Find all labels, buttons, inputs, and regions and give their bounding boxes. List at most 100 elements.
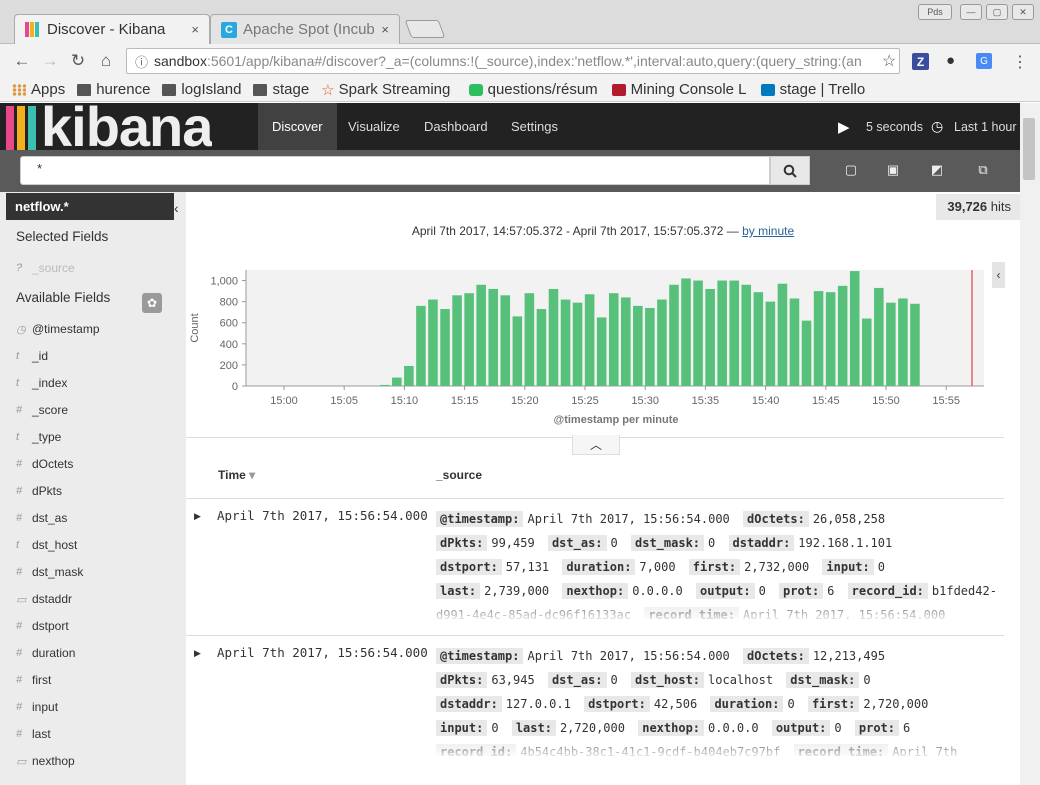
source-value: 2,732,000 (744, 560, 810, 574)
scrollbar-thumb[interactable] (1023, 118, 1035, 180)
time-range[interactable]: Last 1 hour (954, 120, 1017, 134)
tab-discover-kibana[interactable]: Discover - Kibana × (14, 14, 210, 44)
histogram-bar (621, 297, 631, 386)
trello-icon (760, 83, 775, 96)
field-index[interactable]: t _index (16, 376, 67, 390)
close-icon[interactable]: × (191, 22, 199, 37)
search-icon (783, 164, 797, 178)
bookmark-questions[interactable]: questions/résum (468, 81, 600, 98)
nav-settings[interactable]: Settings (497, 103, 572, 150)
new-search-icon[interactable]: ▢ (840, 160, 862, 180)
field-duration[interactable]: # duration (16, 646, 75, 660)
source-key: dPkts: (436, 672, 488, 688)
collapse-sidebar-icon[interactable]: ‹ (174, 200, 179, 216)
source-value: 0.0.0.0 (632, 584, 683, 598)
field-dstaddr[interactable]: ▭ dstaddr (16, 592, 72, 606)
field-type-icon: # (16, 512, 23, 524)
evernote-extension-icon[interactable]: ● (946, 52, 955, 69)
close-icon[interactable]: × (381, 22, 389, 37)
field-type-icon: # (16, 728, 23, 740)
field-source[interactable]: ? _source (16, 261, 75, 275)
bookmark-logisland[interactable]: logIsland (162, 81, 241, 98)
histogram-bar (801, 320, 812, 386)
zotero-extension-icon[interactable]: Z (912, 53, 929, 70)
field-nexthop[interactable]: ▭ nexthop (16, 754, 75, 768)
back-arrow-icon[interactable]: ← (8, 51, 36, 71)
menu-kebab-icon[interactable]: ⋮ (1012, 52, 1028, 72)
logo-text: kibana (41, 103, 213, 150)
x-tick-label: 15:20 (511, 395, 539, 407)
open-folder-icon[interactable]: ◩ (926, 160, 948, 180)
field-id[interactable]: t _id (16, 349, 48, 363)
bookmark-trello[interactable]: stage | Trello (760, 81, 865, 98)
histogram-bar (536, 309, 547, 386)
histogram-bar (886, 302, 896, 386)
bookmark-apps[interactable]: Apps (12, 81, 65, 98)
browser-tab-bar: Discover - Kibana × C Apache Spot (Incub… (0, 0, 1040, 44)
histogram-bar (608, 293, 619, 386)
user-profile-button[interactable]: Pds (918, 4, 952, 20)
play-icon[interactable]: ▶ (838, 118, 850, 136)
source-value: 192.168.1.101 (798, 536, 893, 550)
bookmark-hurence[interactable]: hurence (77, 81, 150, 98)
bookmark-mining-console[interactable]: Mining Console L (611, 81, 749, 98)
index-pattern-selector[interactable]: netflow.* (6, 193, 174, 220)
search-input[interactable]: * (20, 156, 770, 185)
field-score[interactable]: # _score (16, 403, 68, 417)
field-last[interactable]: # last (16, 727, 51, 741)
bookmark-stage[interactable]: stage (253, 81, 309, 98)
histogram-bar (813, 291, 824, 386)
histogram-bar (837, 285, 848, 386)
interval-link[interactable]: by minute (742, 224, 794, 238)
window-close-button[interactable]: ✕ (1012, 4, 1034, 20)
table-row[interactable]: ▶ April 7th 2017, 15:56:54.000 @timestamp:… (186, 498, 1004, 635)
gear-icon[interactable]: ✿ (142, 293, 162, 313)
histogram-bar (633, 305, 643, 386)
expand-caret-icon[interactable]: ▶ (194, 511, 201, 522)
new-tab-button[interactable] (404, 20, 446, 38)
field-dstas[interactable]: # dst_as (16, 511, 67, 525)
expand-caret-icon[interactable]: ▶ (194, 648, 201, 659)
scrollbar[interactable] (1020, 103, 1040, 785)
field-dsthost[interactable]: t dst_host (16, 538, 77, 552)
maximize-button[interactable]: ▢ (986, 4, 1008, 20)
address-bar[interactable]: ⓘ sandbox:5601/app/kibana#/discover?_a=(… (126, 48, 900, 74)
source-key: first: (807, 696, 860, 712)
bookmark-star-icon[interactable]: ☆ (880, 51, 897, 71)
nav-dashboard[interactable]: Dashboard (410, 103, 502, 150)
share-icon[interactable]: ⧉ (972, 160, 994, 180)
minimize-button[interactable]: — (960, 4, 982, 20)
search-button[interactable] (770, 156, 810, 185)
collapse-chart-button[interactable]: ︿ (572, 435, 620, 455)
field-first[interactable]: # first (16, 673, 51, 687)
source-key: @timestamp: (436, 511, 524, 527)
field-input[interactable]: # input (16, 700, 58, 714)
field-type-icon: # (16, 620, 23, 632)
kibana-navbar: kibana Discover Visualize Dashboard Sett… (0, 103, 1020, 150)
field-doctets[interactable]: # dOctets (16, 457, 73, 471)
field-dstport[interactable]: # dstport (16, 619, 69, 633)
histogram-bar (898, 298, 908, 386)
histogram-bar (392, 377, 402, 386)
kibana-logo[interactable]: kibana (6, 103, 212, 150)
tab-apache-spot[interactable]: C Apache Spot (Incub × (210, 14, 400, 44)
home-icon[interactable]: ⌂ (92, 51, 120, 71)
column-time[interactable]: Time ▾ (218, 468, 255, 482)
field-type[interactable]: t _type (16, 430, 61, 444)
field-type-icon: t (16, 431, 20, 443)
nav-visualize[interactable]: Visualize (334, 103, 414, 150)
chart-caret-icon[interactable]: ‹ (992, 262, 1005, 288)
field-dpkts[interactable]: # dPkts (16, 484, 62, 498)
nav-discover[interactable]: Discover (258, 103, 337, 150)
field-timestamp[interactable]: ◷ @timestamp (16, 322, 100, 336)
reload-icon[interactable]: ↻ (64, 51, 92, 71)
folder-icon (253, 83, 268, 96)
bookmark-spark-streaming[interactable]: ☆ Spark Streaming (321, 81, 456, 99)
table-row[interactable]: ▶ April 7th 2017, 15:56:54.000 @timestamp:… (186, 635, 1004, 772)
save-icon[interactable]: ▣ (882, 160, 904, 180)
time-range-label: April 7th 2017, 14:57:05.372 - April 7th… (411, 224, 795, 238)
field-dstmask[interactable]: # dst_mask (16, 565, 83, 579)
translate-extension-icon[interactable]: G (976, 53, 992, 69)
refresh-interval[interactable]: 5 seconds (866, 120, 923, 134)
forward-arrow-icon[interactable]: → (36, 51, 64, 71)
